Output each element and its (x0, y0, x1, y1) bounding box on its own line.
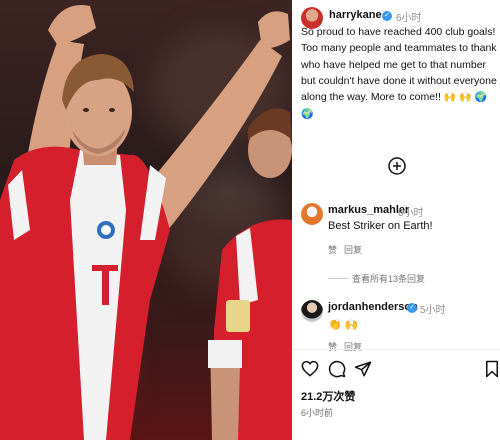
view-replies-label: 查看所有13条回复 (352, 274, 426, 284)
comment-text: Best Striker on Earth! (328, 220, 433, 232)
share-button[interactable] (354, 360, 372, 378)
comment-emoji-text: 👏 🙌 (328, 318, 358, 331)
post-caption: So proud to have reached 400 club goals!… (301, 24, 497, 124)
action-bar-divider (292, 349, 500, 350)
heart-icon (301, 360, 319, 377)
comment-emoji-2: 🙌 (344, 319, 359, 331)
comment-time: 5小时 (420, 305, 446, 316)
caption-emoji-1: 🙌 (443, 92, 457, 104)
caption-emoji-2: 🙌 (459, 92, 472, 104)
like-button[interactable] (301, 360, 319, 377)
verified-badge-icon: ✓ (407, 303, 417, 313)
posted-time: 6小时前 (301, 408, 334, 418)
load-more-comments-button[interactable] (388, 157, 406, 175)
football-player-illustration (0, 5, 292, 440)
comment-time: 6小时 (398, 208, 424, 219)
commenter-avatar[interactable] (301, 203, 323, 225)
comment-like-button[interactable]: 赞 (328, 340, 337, 353)
post-photo (0, 0, 292, 440)
comment-button[interactable] (328, 360, 346, 378)
author-username[interactable]: harrykane (329, 9, 382, 21)
save-button[interactable] (485, 360, 499, 378)
view-replies-button[interactable]: 查看所有13条回复 (328, 271, 488, 285)
instagram-post-window: harrykane ✓ 6小时 So proud to have reached… (0, 0, 500, 440)
post-details-panel: harrykane ✓ 6小时 So proud to have reached… (292, 0, 500, 440)
commenter-username[interactable]: jordanhenderson (328, 301, 418, 313)
comment-emoji-1: 👏 (328, 319, 342, 331)
likes-count[interactable]: 21.2万次赞 (301, 388, 355, 404)
send-icon (354, 361, 372, 377)
replies-divider (328, 278, 348, 279)
caption-emoji-3: 🌍 (474, 92, 487, 104)
plus-circle-icon (388, 157, 406, 175)
comment-like-button[interactable]: 赞 (328, 243, 337, 256)
comment-reply-button[interactable]: 回复 (344, 243, 362, 256)
post-time: 6小时 (396, 13, 422, 24)
verified-badge-icon: ✓ (382, 11, 392, 21)
caption-emoji-4: 🌍 (301, 109, 314, 121)
comment-reply-button[interactable]: 回复 (344, 340, 362, 353)
comment-icon (328, 360, 346, 378)
commenter-avatar[interactable] (301, 300, 323, 322)
bookmark-icon (486, 360, 498, 378)
